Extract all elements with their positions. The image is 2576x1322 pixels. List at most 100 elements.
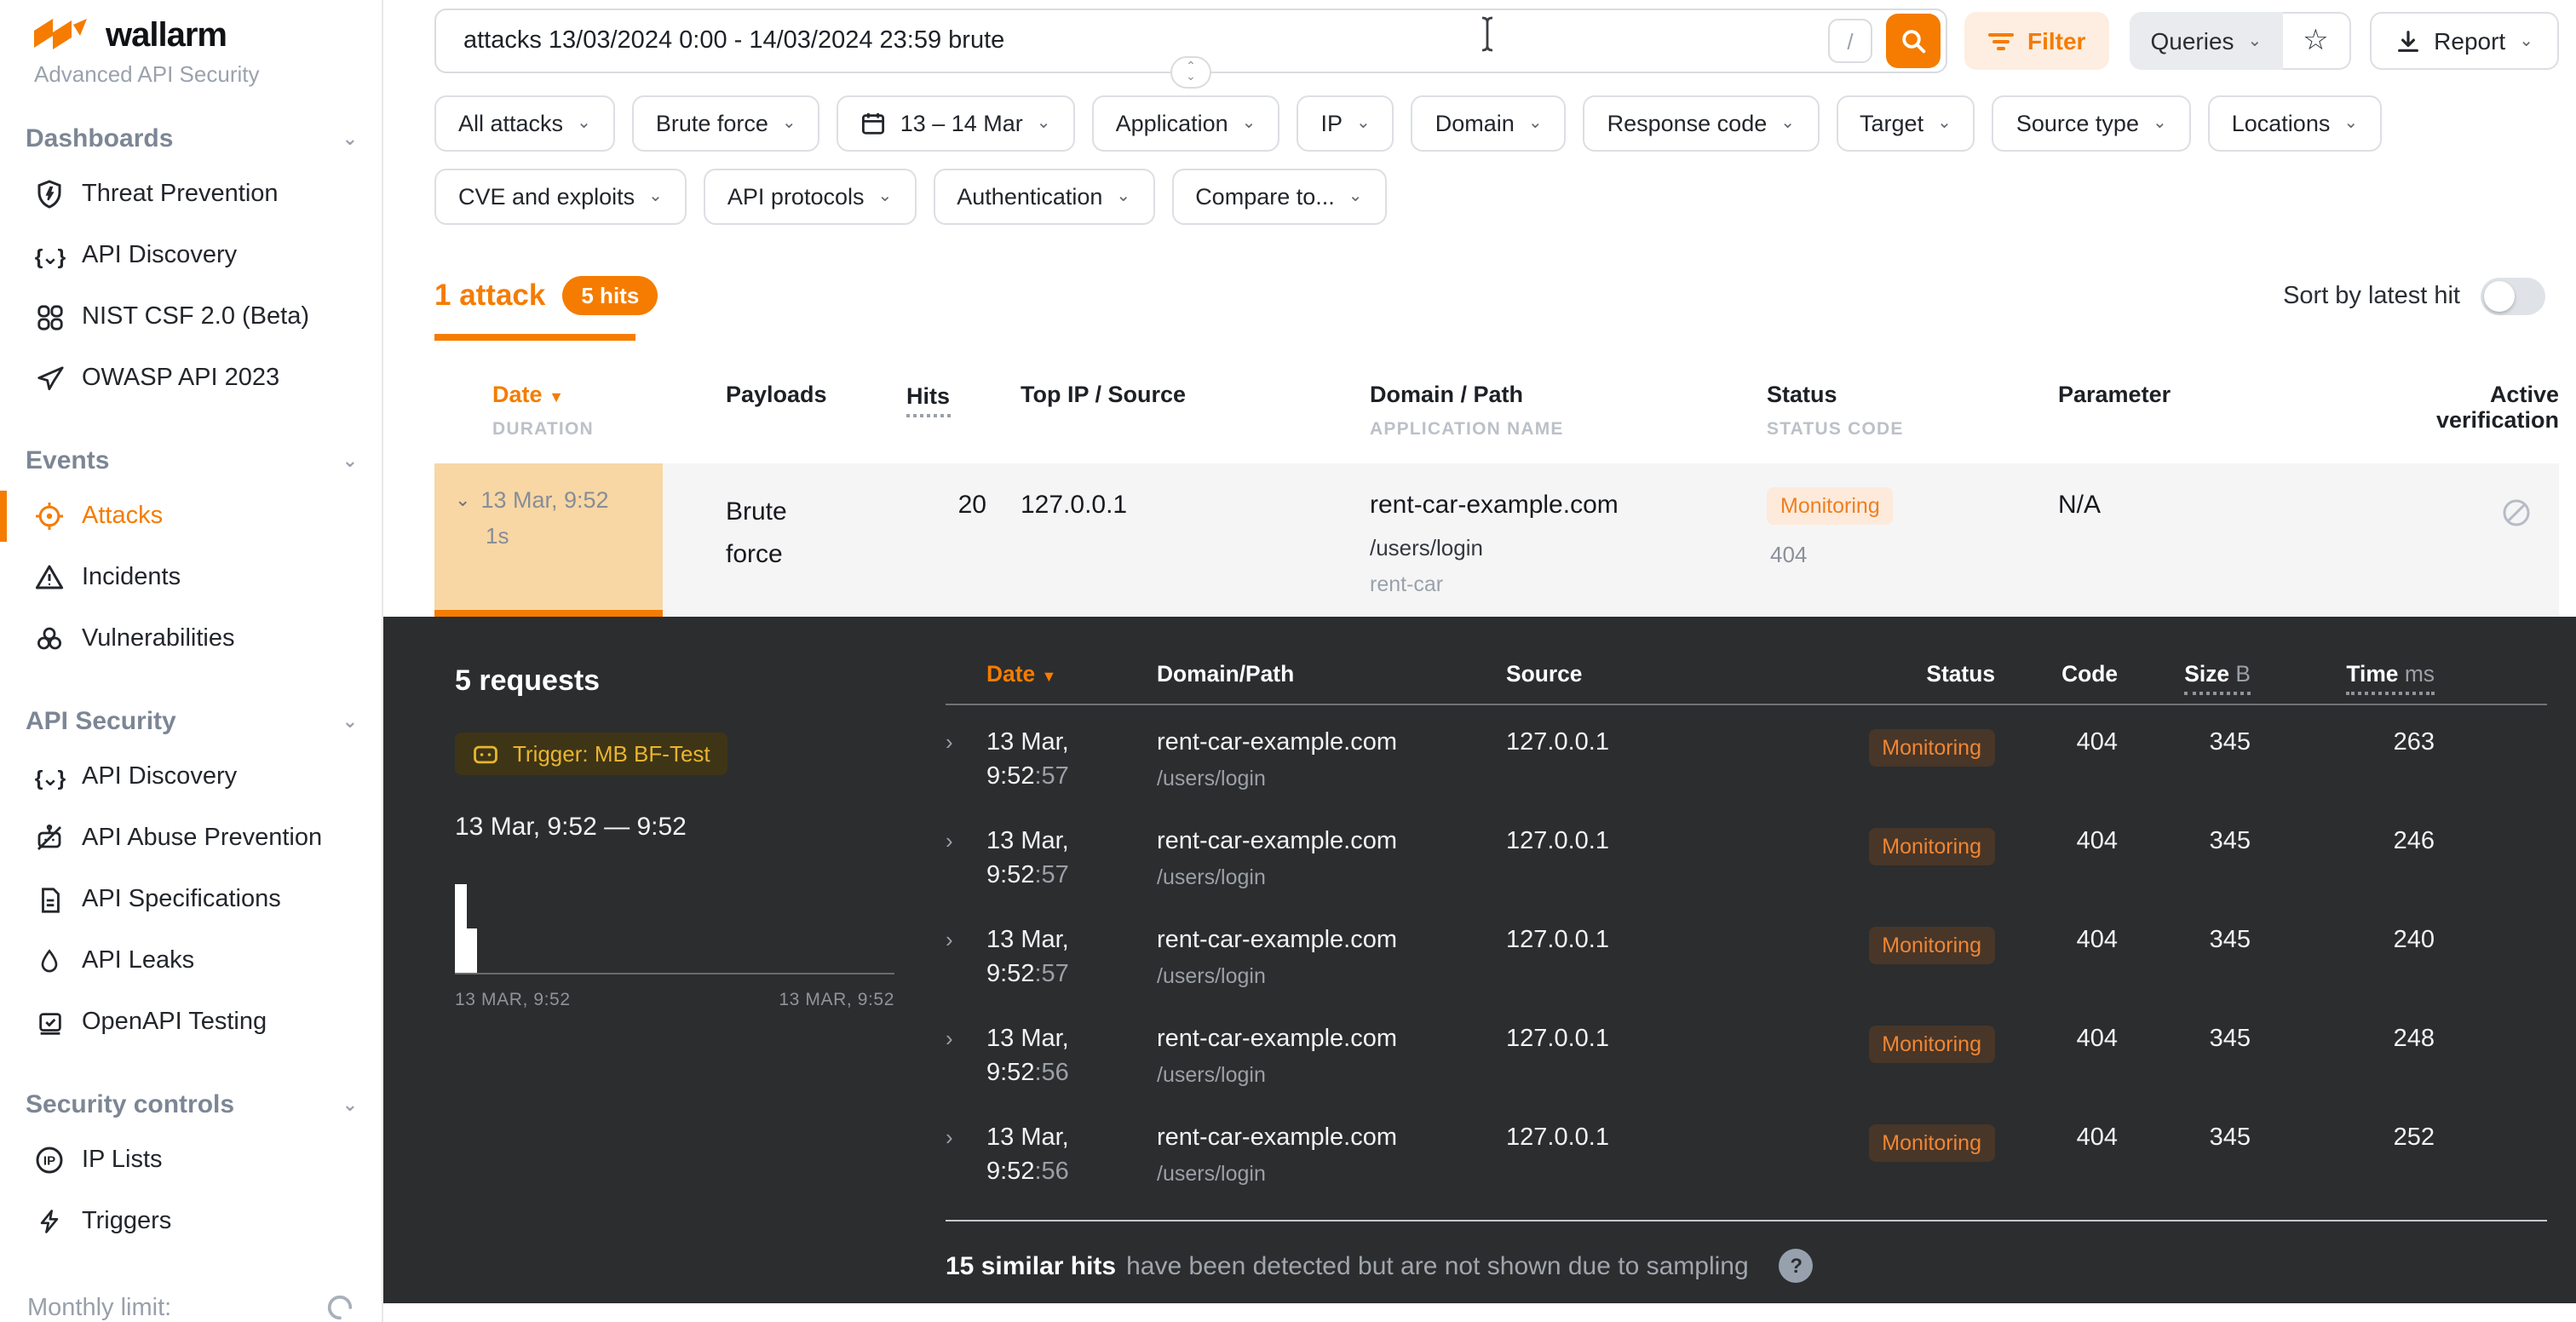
text-cursor-icon [1479, 15, 1496, 53]
col-date[interactable]: Date ▼ [986, 661, 1157, 687]
search-input[interactable]: attacks 13/03/2024 0:00 - 14/03/2024 23:… [434, 9, 1947, 73]
col-hits[interactable]: Hits [906, 383, 950, 417]
search-resize-handle[interactable]: ⌃⌄ [1170, 56, 1211, 89]
tab-attacks-count[interactable]: 1 attack [434, 278, 545, 313]
sidebar-item-incidents[interactable]: Incidents [0, 547, 382, 608]
col-date[interactable]: Date ▼ [492, 382, 663, 407]
biohazard-icon [34, 624, 65, 654]
attack-domain: rent-car-example.com [1370, 491, 1767, 520]
status-badge: Monitoring [1868, 1124, 1995, 1162]
paper-plane-icon [34, 363, 65, 394]
col-time[interactable]: Time ms [2251, 661, 2435, 687]
col-size[interactable]: Size B [2118, 661, 2251, 687]
chevron-down-icon: ⌄ [2519, 32, 2533, 50]
help-icon[interactable]: ? [1780, 1249, 1814, 1283]
chevron-right-icon[interactable]: › [946, 729, 986, 804]
sidebar-item-triggers[interactable]: Triggers [0, 1191, 382, 1252]
chevron-right-icon[interactable]: › [946, 927, 986, 1002]
monthly-limit-label: Monthly limit: [27, 1294, 171, 1321]
chip-response-code[interactable]: Response code⌄ [1584, 95, 1819, 152]
sidebar-item-attacks[interactable]: Attacks [0, 486, 382, 547]
queries-button[interactable]: Queries ⌄ [2130, 12, 2282, 70]
sidebar-item-api-leaks[interactable]: API Leaks [0, 930, 382, 992]
chip-cve-exploits[interactable]: CVE and exploits⌄ [434, 169, 687, 225]
attack-application: rent-car [1370, 572, 1767, 596]
chevron-down-icon: ⌄ [342, 450, 358, 472]
trigger-badge[interactable]: Trigger: MB BF-Test [455, 733, 727, 775]
request-row[interactable]: › 13 Mar,9:52:57 rent-car-example.com/us… [946, 705, 2547, 804]
chevron-down-icon: ⌄ [1037, 114, 1051, 133]
loading-spinner-icon [325, 1293, 354, 1322]
chip-authentication[interactable]: Authentication⌄ [933, 169, 1154, 225]
nist-icon [34, 302, 65, 332]
sidebar-item-owasp-api[interactable]: OWASP API 2023 [0, 348, 382, 409]
selected-row-indicator [434, 610, 663, 617]
sidebar-section-api-security[interactable]: API Security ⌄ [0, 697, 382, 746]
sidebar-item-api-specifications[interactable]: API Specifications [0, 869, 382, 930]
chip-source-type[interactable]: Source type⌄ [1992, 95, 2191, 152]
sort-toggle[interactable] [2481, 277, 2545, 314]
topbar: attacks 13/03/2024 0:00 - 14/03/2024 23:… [434, 7, 2559, 75]
report-button[interactable]: Report ⌄ [2369, 12, 2559, 70]
chevron-down-icon: ⌄ [1116, 187, 1130, 206]
sidebar-item-api-discovery-2[interactable]: {⌄} API Discovery [0, 746, 382, 808]
sidebar-item-nist-csf[interactable]: NIST CSF 2.0 (Beta) [0, 286, 382, 348]
chevron-down-icon: ⌄ [1348, 187, 1363, 206]
monthly-limit-block: Monthly limit: 108 of ∞ [0, 1293, 382, 1322]
attack-table-row[interactable]: ⌄ 13 Mar, 9:52 1s Brute force 20 127.0.0… [434, 463, 2559, 617]
sort-by-latest-hit-label: Sort by latest hit [2283, 282, 2460, 309]
chevron-down-icon: ⌄ [1937, 114, 1952, 133]
request-row[interactable]: › 13 Mar,9:52:57 rent-car-example.com/us… [946, 903, 2547, 1002]
chip-domain[interactable]: Domain⌄ [1412, 95, 1567, 152]
chip-brute-force[interactable]: Brute force⌄ [632, 95, 820, 152]
sidebar-section-dashboards[interactable]: Dashboards ⌄ [0, 114, 382, 164]
chip-ip[interactable]: IP⌄ [1297, 95, 1394, 152]
chevron-down-icon: ⌄ [342, 710, 358, 733]
request-row[interactable]: › 13 Mar,9:52:56 rent-car-example.com/us… [946, 1002, 2547, 1101]
attack-source-ip: 127.0.0.1 [1021, 463, 1370, 617]
sidebar-item-api-abuse-prevention[interactable]: API Abuse Prevention [0, 808, 382, 869]
download-icon [2395, 28, 2420, 54]
app-window: wallarm Advanced API Security Dashboards… [0, 0, 2576, 1322]
ip-circle-icon: IP [34, 1145, 65, 1175]
request-row[interactable]: › 13 Mar,9:52:57 rent-car-example.com/us… [946, 804, 2547, 903]
search-button[interactable] [1886, 14, 1941, 68]
slash-circle-icon[interactable] [2501, 497, 2532, 617]
status-badge: Monitoring [1767, 487, 1894, 525]
chevron-down-icon: ⌄ [1356, 114, 1371, 133]
chip-compare-to[interactable]: Compare to...⌄ [1171, 169, 1386, 225]
favorite-star-button[interactable]: ☆ [2282, 12, 2350, 70]
col-domain-path: Domain/Path [1157, 661, 1506, 687]
attacks-table-header: Date ▼ DURATION Payloads Hits Top IP / S… [434, 382, 2559, 440]
sidebar-section-security-controls[interactable]: Security controls ⌄ [0, 1080, 382, 1129]
chevron-right-icon[interactable]: › [946, 828, 986, 903]
sidebar-item-threat-prevention[interactable]: Threat Prevention [0, 164, 382, 225]
chip-api-protocols[interactable]: API protocols⌄ [704, 169, 916, 225]
status-badge: Monitoring [1868, 1026, 1995, 1063]
chevron-down-icon: ⌄ [2343, 114, 2358, 133]
search-query-text: attacks 13/03/2024 0:00 - 14/03/2024 23:… [463, 27, 1004, 55]
chip-all-attacks[interactable]: All attacks⌄ [434, 95, 615, 152]
chip-date-range[interactable]: 13 – 14 Mar⌄ [837, 95, 1075, 152]
request-row[interactable]: › 13 Mar,9:52:56 rent-car-example.com/us… [946, 1101, 2547, 1199]
filter-button[interactable]: Filter [1964, 12, 2109, 70]
main-content: attacks 13/03/2024 0:00 - 14/03/2024 23:… [383, 0, 2576, 1322]
chevron-right-icon[interactable]: › [946, 1026, 986, 1101]
robot-slash-icon [34, 823, 65, 854]
warning-triangle-icon [34, 562, 65, 593]
chip-application[interactable]: Application⌄ [1092, 95, 1280, 152]
chevron-right-icon[interactable]: › [946, 1124, 986, 1199]
sidebar-item-vulnerabilities[interactable]: Vulnerabilities [0, 608, 382, 670]
attack-date-cell[interactable]: ⌄ 13 Mar, 9:52 1s [434, 463, 663, 617]
chip-target[interactable]: Target⌄ [1836, 95, 1975, 152]
attack-duration: 1s [455, 523, 663, 549]
sidebar-item-ip-lists[interactable]: IP IP Lists [0, 1129, 382, 1191]
results-summary: 1 attack 5 hits Sort by latest hit [434, 276, 2559, 315]
chip-locations[interactable]: Locations⌄ [2208, 95, 2382, 152]
sidebar-item-openapi-testing[interactable]: OpenAPI Testing [0, 992, 382, 1053]
sidebar-item-api-discovery[interactable]: {⌄} API Discovery [0, 225, 382, 286]
shield-bolt-icon [34, 179, 65, 210]
sidebar-section-events[interactable]: Events ⌄ [0, 436, 382, 486]
chevron-down-icon[interactable]: ⌄ [455, 489, 470, 511]
filter-chips-row-2: CVE and exploits⌄ API protocols⌄ Authent… [434, 169, 2559, 225]
